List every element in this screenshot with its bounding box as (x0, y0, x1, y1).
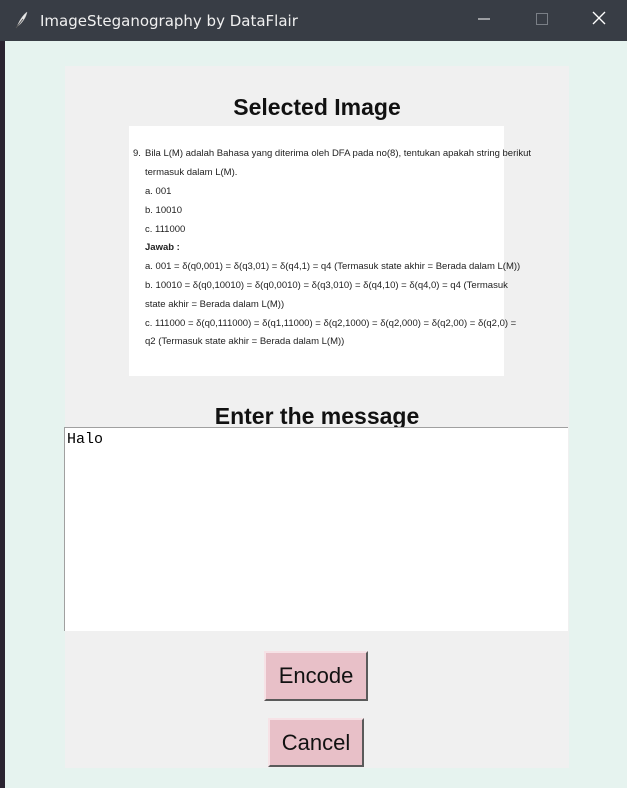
close-icon (592, 11, 606, 30)
feather-icon (14, 11, 30, 29)
selected-image-heading: Selected Image (233, 94, 401, 120)
cancel-button[interactable]: Cancel (268, 718, 364, 767)
selected-image: 9. Bila L(M) adalah Bahasa yang diterima… (129, 126, 531, 376)
maximize-button[interactable] (513, 0, 571, 41)
window-title: ImageSteganography by DataFlair (40, 12, 298, 30)
title-bar[interactable]: ImageSteganography by DataFlair (0, 0, 627, 41)
doc-line: c. 111000 = δ(q0,111000) = δ(q1,11000) =… (145, 318, 517, 329)
doc-line: q2 (Termasuk state akhir = Berada dalam … (145, 336, 345, 347)
message-textarea[interactable]: Halo (64, 427, 568, 631)
encode-button[interactable]: Encode (264, 651, 368, 701)
doc-line: Jawab : (145, 242, 180, 253)
question-number: 9. (133, 148, 141, 159)
document-image-text: 9. Bila L(M) adalah Bahasa yang diterima… (129, 126, 531, 376)
doc-line: b. 10010 (145, 205, 182, 216)
doc-line: a. 001 = δ(q0,001) = δ(q3,01) = δ(q4,1) … (145, 261, 521, 272)
doc-line: a. 001 (145, 186, 172, 197)
close-button[interactable] (570, 0, 627, 41)
doc-line: c. 111000 (145, 224, 186, 235)
doc-line: termasuk dalam L(M). (145, 167, 238, 178)
doc-line: Bila L(M) adalah Bahasa yang diterima ol… (145, 148, 532, 159)
doc-line: b. 10010 = δ(q0,10010) = δ(q0,0010) = δ(… (145, 280, 508, 291)
doc-line: state akhir = Berada dalam L(M)) (145, 299, 285, 310)
app-window: Selected Image 9. Bila L(M) adalah Bahas… (5, 41, 627, 788)
maximize-icon (536, 12, 548, 30)
enter-message-heading: Enter the message (214, 403, 420, 429)
minimize-button[interactable] (455, 0, 513, 41)
minimize-icon (478, 12, 490, 30)
